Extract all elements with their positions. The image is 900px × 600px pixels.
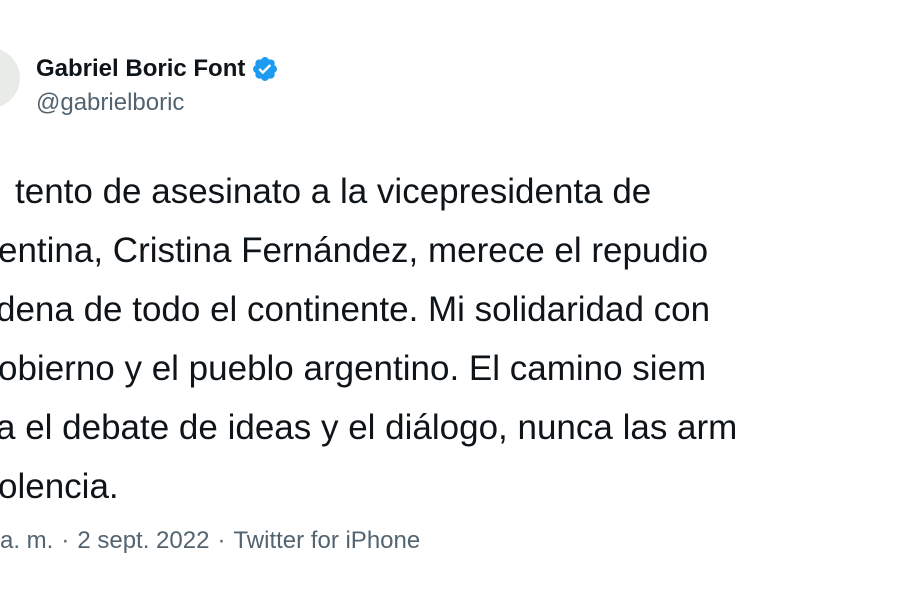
author-display-name[interactable]: Gabriel Boric Font [36,55,245,83]
tweet-text-line: a el debate de ideas y el diálogo, nunca… [0,408,738,447]
tweet-text-line: entina, Cristina Fernández, merece el re… [0,231,709,270]
author-name-row: Gabriel Boric Font [36,52,279,86]
tweet-card: Gabriel Boric Font @gabrielboric tento d… [0,0,900,600]
tweet-text-line: dena de todo el continente. Mi solidarid… [0,290,711,329]
meta-separator: · [217,527,226,554]
tweet-date[interactable]: 2 sept. 2022 [77,527,209,554]
meta-separator: · [61,527,70,554]
tweet-text-line: tento de asesinato a la vicepresidenta d… [15,172,652,211]
author-handle[interactable]: @gabrielboric [36,89,279,117]
tweet-time[interactable]: a. m. [0,527,53,554]
tweet-meta: a. m. · 2 sept. 2022 · Twitter for iPhone [0,527,420,555]
tweet-text: tento de asesinato a la vicepresidenta d… [0,172,741,526]
tweet-author: Gabriel Boric Font @gabrielboric [36,52,279,117]
tweet-source: Twitter for iPhone [233,527,421,554]
verified-badge-icon [251,55,279,83]
tweet-text-line: obierno y el pueblo argentino. El camino… [0,349,707,388]
tweet-text-line: olencia. [0,467,119,506]
avatar[interactable] [0,48,20,108]
